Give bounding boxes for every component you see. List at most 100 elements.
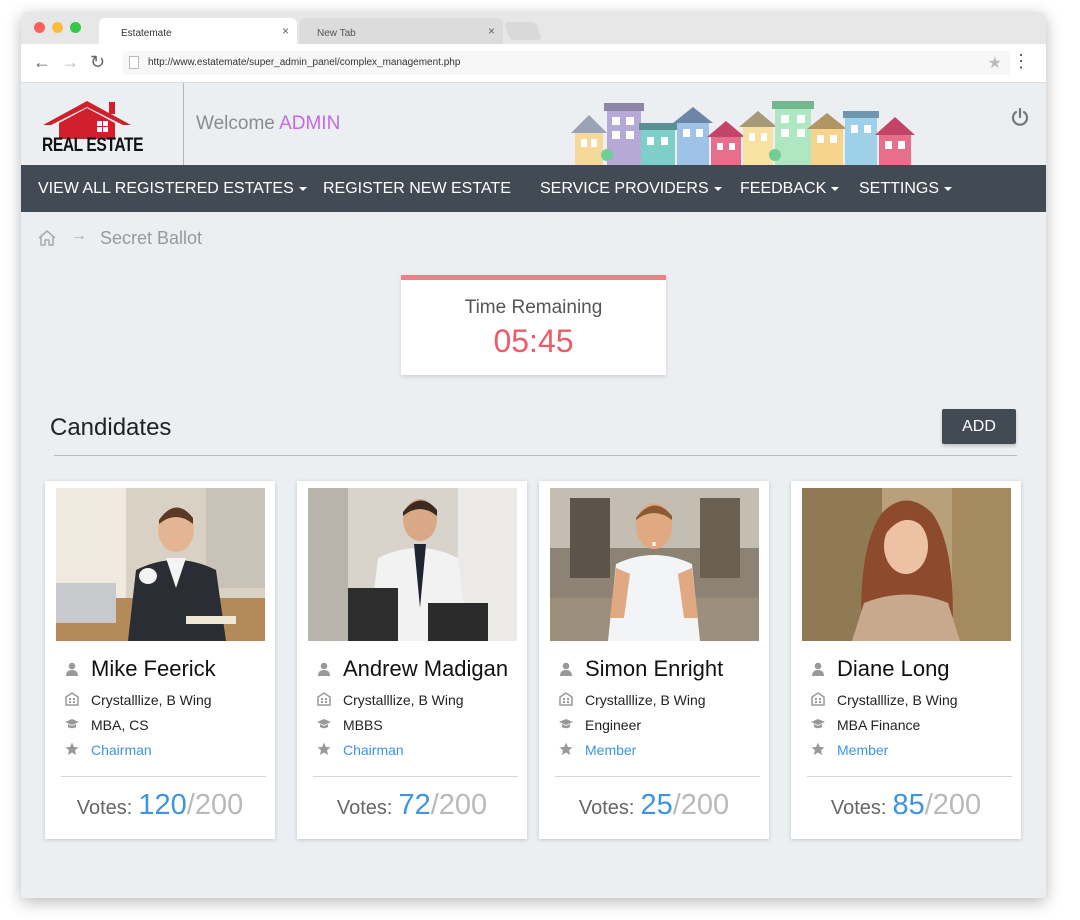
nav-register-new-estate[interactable]: REGISTER NEW ESTATE xyxy=(323,180,511,198)
tab-bar: Estatemate × New Tab × xyxy=(21,12,1046,44)
votes-received: 85 xyxy=(892,789,925,821)
back-arrow-icon[interactable]: ← xyxy=(33,53,51,71)
votes-received: 25 xyxy=(640,789,673,821)
candidate-name: Simon Enright xyxy=(585,656,724,681)
home-icon[interactable] xyxy=(37,229,57,247)
forward-arrow-icon[interactable]: → xyxy=(61,53,79,71)
candidate-photo xyxy=(308,488,517,641)
card-divider xyxy=(313,776,518,777)
votes-total: /200 xyxy=(924,789,982,821)
graduation-cap-icon xyxy=(811,719,825,729)
welcome-message: Welcome ADMIN xyxy=(196,113,340,135)
votes-total: /200 xyxy=(672,789,730,821)
nav-view-all-registered-estates[interactable]: VIEW ALL REGISTERED ESTATES xyxy=(38,180,307,198)
browser-menu-icon[interactable]: ⋮ xyxy=(1012,52,1030,70)
votes-label: Votes: xyxy=(76,797,133,819)
candidate-card[interactable]: Simon Enright Crystalllize, B Wing Engin… xyxy=(539,481,769,839)
caret-down-icon xyxy=(713,186,722,191)
nav-label: SETTINGS xyxy=(859,180,940,197)
candidate-role[interactable]: Chairman xyxy=(343,742,404,758)
nav-label: SERVICE PROVIDERS xyxy=(540,180,709,197)
candidate-card[interactable]: Andrew Madigan Crystalllize, B Wing MBBS… xyxy=(297,481,527,839)
user-icon xyxy=(812,662,824,676)
user-icon xyxy=(318,662,330,676)
new-tab-button[interactable] xyxy=(503,22,543,40)
time-remaining-panel: Time Remaining 05:45 xyxy=(401,275,666,375)
votes-received: 120 xyxy=(138,789,187,821)
header-divider xyxy=(183,83,184,165)
vote-count: Votes: 120/200 xyxy=(45,789,275,822)
candidate-building: Crystalllize, B Wing xyxy=(837,692,958,708)
card-divider xyxy=(61,776,266,777)
candidate-building: Crystalllize, B Wing xyxy=(91,692,212,708)
logo-text: REAL ESTATE xyxy=(42,135,144,156)
tab-new-tab[interactable]: New Tab × xyxy=(299,18,503,44)
star-icon xyxy=(559,742,573,755)
browser-window: Estatemate × New Tab × ← → ↻ http://www.… xyxy=(21,12,1046,898)
user-icon xyxy=(66,662,78,676)
nav-settings[interactable]: SETTINGS xyxy=(859,180,953,198)
graduation-cap-icon xyxy=(65,719,79,729)
votes-label: Votes: xyxy=(336,797,393,819)
caret-down-icon xyxy=(831,186,840,191)
card-divider xyxy=(807,776,1012,777)
candidates-title: Candidates xyxy=(50,414,172,441)
candidate-name: Mike Feerick xyxy=(91,656,216,681)
building-icon xyxy=(559,692,573,706)
tab-title: New Tab xyxy=(317,28,356,39)
candidate-qualification: MBA, CS xyxy=(91,717,149,733)
close-tab-icon[interactable]: × xyxy=(282,24,289,38)
power-icon[interactable] xyxy=(1010,107,1030,127)
add-candidate-button[interactable]: ADD xyxy=(942,409,1016,444)
candidate-role[interactable]: Member xyxy=(837,742,888,758)
graduation-cap-icon xyxy=(559,719,573,729)
candidate-name: Andrew Madigan xyxy=(343,656,509,681)
breadcrumb-current: Secret Ballot xyxy=(100,228,203,248)
url-field[interactable]: http://www.estatemate/super_admin_panel/… xyxy=(123,51,1010,75)
candidate-photo xyxy=(56,488,265,641)
timer-value: 05:45 xyxy=(493,323,574,359)
close-window-button[interactable] xyxy=(34,22,45,33)
votes-received: 72 xyxy=(398,789,431,821)
candidate-building: Crystalllize, B Wing xyxy=(585,692,706,708)
building-icon xyxy=(65,692,79,706)
vote-count: Votes: 25/200 xyxy=(539,789,769,822)
star-icon xyxy=(65,742,79,755)
vote-count: Votes: 72/200 xyxy=(297,789,527,822)
candidate-card[interactable]: Mike Feerick Crystalllize, B Wing MBA, C… xyxy=(45,481,275,839)
minimize-window-button[interactable] xyxy=(52,22,63,33)
nav-label: FEEDBACK xyxy=(740,180,827,197)
section-divider xyxy=(54,455,1017,456)
candidate-photo xyxy=(550,488,759,641)
close-tab-icon[interactable]: × xyxy=(488,24,495,38)
vote-count: Votes: 85/200 xyxy=(791,789,1021,822)
building-icon xyxy=(811,692,825,706)
houses-illustration xyxy=(571,101,915,165)
maximize-window-button[interactable] xyxy=(70,22,81,33)
candidate-card[interactable]: Diane Long Crystalllize, B Wing MBA Fina… xyxy=(791,481,1021,839)
votes-total: /200 xyxy=(186,789,244,821)
votes-total: /200 xyxy=(430,789,488,821)
candidate-qualification: MBBS xyxy=(343,717,383,733)
page-icon xyxy=(129,56,139,69)
bookmark-star-icon[interactable]: ★ xyxy=(988,53,1002,73)
candidate-building: Crystalllize, B Wing xyxy=(343,692,464,708)
reload-icon[interactable]: ↻ xyxy=(90,53,105,71)
votes-label: Votes: xyxy=(830,797,887,819)
caret-down-icon xyxy=(298,186,307,191)
nav-service-providers[interactable]: SERVICE PROVIDERS xyxy=(540,180,722,198)
timer-label: Time Remaining xyxy=(464,297,603,318)
user-name: ADMIN xyxy=(279,113,341,134)
tab-estatemate[interactable]: Estatemate × xyxy=(99,18,297,44)
candidate-role[interactable]: Member xyxy=(585,742,636,758)
candidate-name: Diane Long xyxy=(837,656,950,681)
main-nav: VIEW ALL REGISTERED ESTATES REGISTER NEW… xyxy=(21,165,1046,212)
nav-feedback[interactable]: FEEDBACK xyxy=(740,180,840,198)
user-icon xyxy=(560,662,572,676)
address-bar: ← → ↻ http://www.estatemate/super_admin_… xyxy=(21,44,1046,83)
nav-label: REGISTER NEW ESTATE xyxy=(323,180,511,197)
candidate-role[interactable]: Chairman xyxy=(91,742,152,758)
site-header: REAL ESTATE Welcome ADMIN xyxy=(21,83,1046,165)
caret-down-icon xyxy=(944,186,953,191)
tab-title: Estatemate xyxy=(121,28,172,39)
